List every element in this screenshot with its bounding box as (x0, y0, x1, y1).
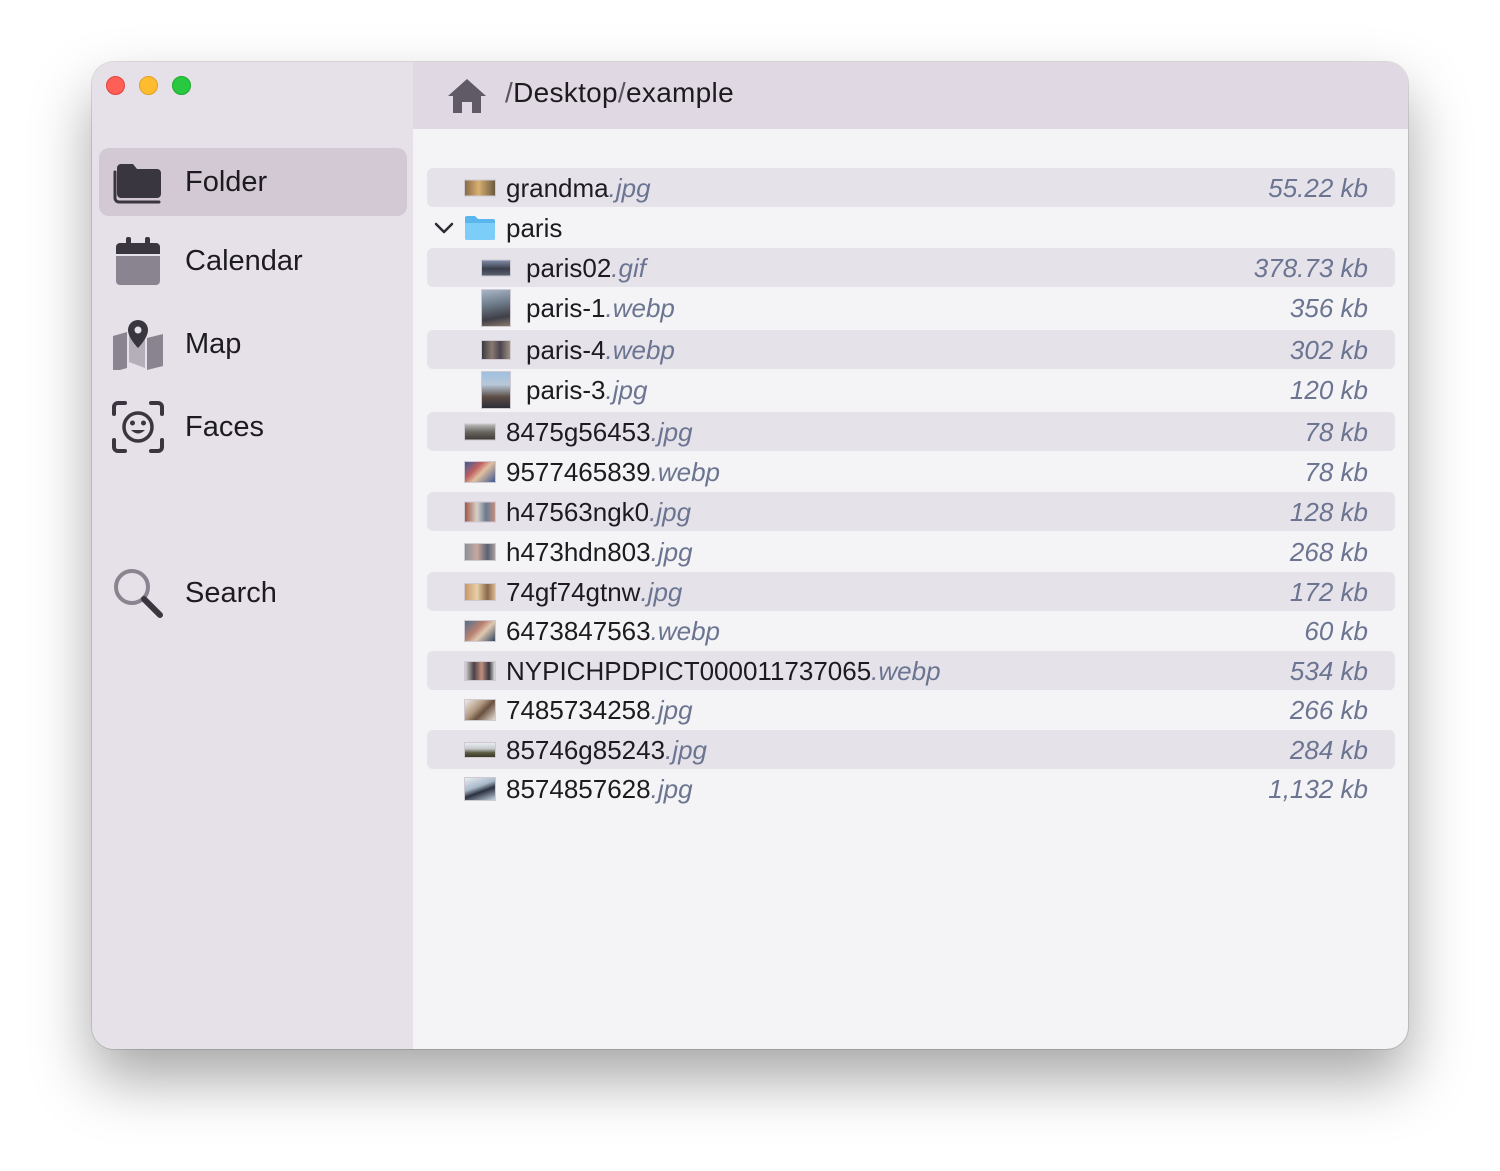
file-name: 8574857628.jpg (506, 774, 693, 804)
file-row[interactable]: 8574857628.jpg 1,132 kb (427, 769, 1395, 808)
sidebar-item-label: Folder (185, 165, 268, 198)
image-thumbnail (464, 660, 496, 681)
minimize-window-button[interactable] (139, 76, 158, 95)
file-size: 1,132 kb (1268, 774, 1368, 804)
file-size: 120 kb (1289, 375, 1368, 405)
file-size: 356 kb (1289, 293, 1368, 323)
sidebar-item-faces[interactable]: Faces (99, 393, 407, 461)
search-icon (111, 566, 165, 620)
file-row[interactable]: h47563ngk0.jpg 128 kb (427, 492, 1395, 531)
file-name: 74gf74gtnw.jpg (506, 577, 683, 607)
sidebar-item-label: Calendar (185, 244, 303, 277)
image-thumbnail (464, 460, 496, 483)
breadcrumb-segment[interactable]: example (626, 77, 734, 108)
sidebar-item-label: Search (185, 576, 277, 609)
file-size: 534 kb (1289, 656, 1368, 686)
file-name: 85746g85243.jpg (506, 735, 707, 765)
sidebar-item-folder[interactable]: Folder (99, 148, 407, 216)
file-row[interactable]: 85746g85243.jpg 284 kb (427, 730, 1395, 769)
sidebar-item-map[interactable]: Map (99, 310, 407, 378)
file-name: h473hdn803.jpg (506, 537, 693, 567)
folder-icon (111, 155, 165, 209)
file-row[interactable]: NYPICHPDPICT000011737065.webp 534 kb (427, 651, 1395, 690)
folder-name: paris (506, 213, 563, 243)
sidebar-item-label: Map (185, 327, 242, 360)
file-size: 284 kb (1289, 735, 1368, 765)
file-row[interactable]: 74gf74gtnw.jpg 172 kb (427, 572, 1395, 611)
image-thumbnail (464, 423, 496, 440)
file-size: 266 kb (1289, 695, 1368, 725)
calendar-icon (111, 234, 165, 288)
image-thumbnail (464, 179, 496, 196)
breadcrumb-separator: / (617, 77, 627, 108)
file-name: paris-1.webp (526, 293, 675, 323)
file-name: 8475g56453.jpg (506, 417, 693, 447)
sidebar: Folder Calendar Map Faces Search (92, 62, 413, 1049)
image-thumbnail (464, 501, 496, 522)
file-name: 6473847563.webp (506, 616, 720, 646)
image-thumbnail (481, 288, 511, 327)
file-row[interactable]: paris02.gif 378.73 kb (427, 248, 1395, 287)
file-name: NYPICHPDPICT000011737065.webp (506, 656, 941, 686)
file-size: 60 kb (1304, 616, 1368, 646)
image-thumbnail (481, 370, 511, 409)
file-name: grandma.jpg (506, 173, 651, 203)
file-row[interactable]: grandma.jpg 55.22 kb (427, 168, 1395, 207)
file-name: paris-3.jpg (526, 375, 648, 405)
image-thumbnail (464, 776, 496, 801)
file-row[interactable]: 8475g56453.jpg 78 kb (427, 412, 1395, 451)
file-name: paris02.gif (526, 253, 646, 283)
file-row[interactable]: paris-4.webp 302 kb (427, 330, 1395, 369)
image-thumbnail (464, 698, 496, 721)
file-size: 78 kb (1304, 457, 1368, 487)
map-icon (111, 317, 165, 371)
zoom-window-button[interactable] (172, 76, 191, 95)
file-name: 9577465839.webp (506, 457, 720, 487)
file-name: h47563ngk0.jpg (506, 497, 692, 527)
file-row[interactable]: 6473847563.webp 60 kb (427, 611, 1395, 650)
file-row[interactable]: paris-3.jpg 120 kb (427, 370, 1395, 409)
file-size: 378.73 kb (1253, 253, 1368, 283)
sidebar-item-calendar[interactable]: Calendar (99, 227, 407, 295)
folder-row[interactable]: paris (427, 208, 1395, 247)
chevron-down-icon[interactable] (433, 217, 455, 239)
close-window-button[interactable] (106, 76, 125, 95)
file-size: 55.22 kb (1268, 173, 1368, 203)
file-size: 128 kb (1289, 497, 1368, 527)
breadcrumb-segment[interactable]: Desktop (513, 77, 618, 108)
file-row[interactable]: h473hdn803.jpg 268 kb (427, 532, 1395, 571)
file-size: 302 kb (1289, 335, 1368, 365)
sidebar-item-label: Faces (185, 410, 264, 443)
breadcrumb: /Desktop/example (505, 77, 734, 109)
image-thumbnail (481, 259, 511, 276)
folder-icon (464, 215, 496, 241)
image-thumbnail (464, 619, 496, 642)
file-row[interactable]: 9577465839.webp 78 kb (427, 452, 1395, 491)
path-bar: /Desktop/example (413, 62, 1408, 129)
breadcrumb-separator: / (505, 77, 514, 108)
faces-icon (111, 400, 165, 454)
home-icon[interactable] (445, 76, 489, 116)
image-thumbnail (481, 339, 511, 360)
image-thumbnail (464, 741, 496, 758)
file-row[interactable]: 7485734258.jpg 266 kb (427, 690, 1395, 729)
file-name: 7485734258.jpg (506, 695, 693, 725)
sidebar-item-search[interactable]: Search (99, 559, 407, 627)
image-thumbnail (464, 582, 496, 601)
image-thumbnail (464, 542, 496, 561)
app-window: Folder Calendar Map Faces Search /Deskto… (92, 62, 1408, 1049)
file-row[interactable]: paris-1.webp 356 kb (427, 288, 1395, 327)
file-size: 268 kb (1289, 537, 1368, 567)
file-size: 78 kb (1304, 417, 1368, 447)
file-name: paris-4.webp (526, 335, 675, 365)
file-size: 172 kb (1289, 577, 1368, 607)
